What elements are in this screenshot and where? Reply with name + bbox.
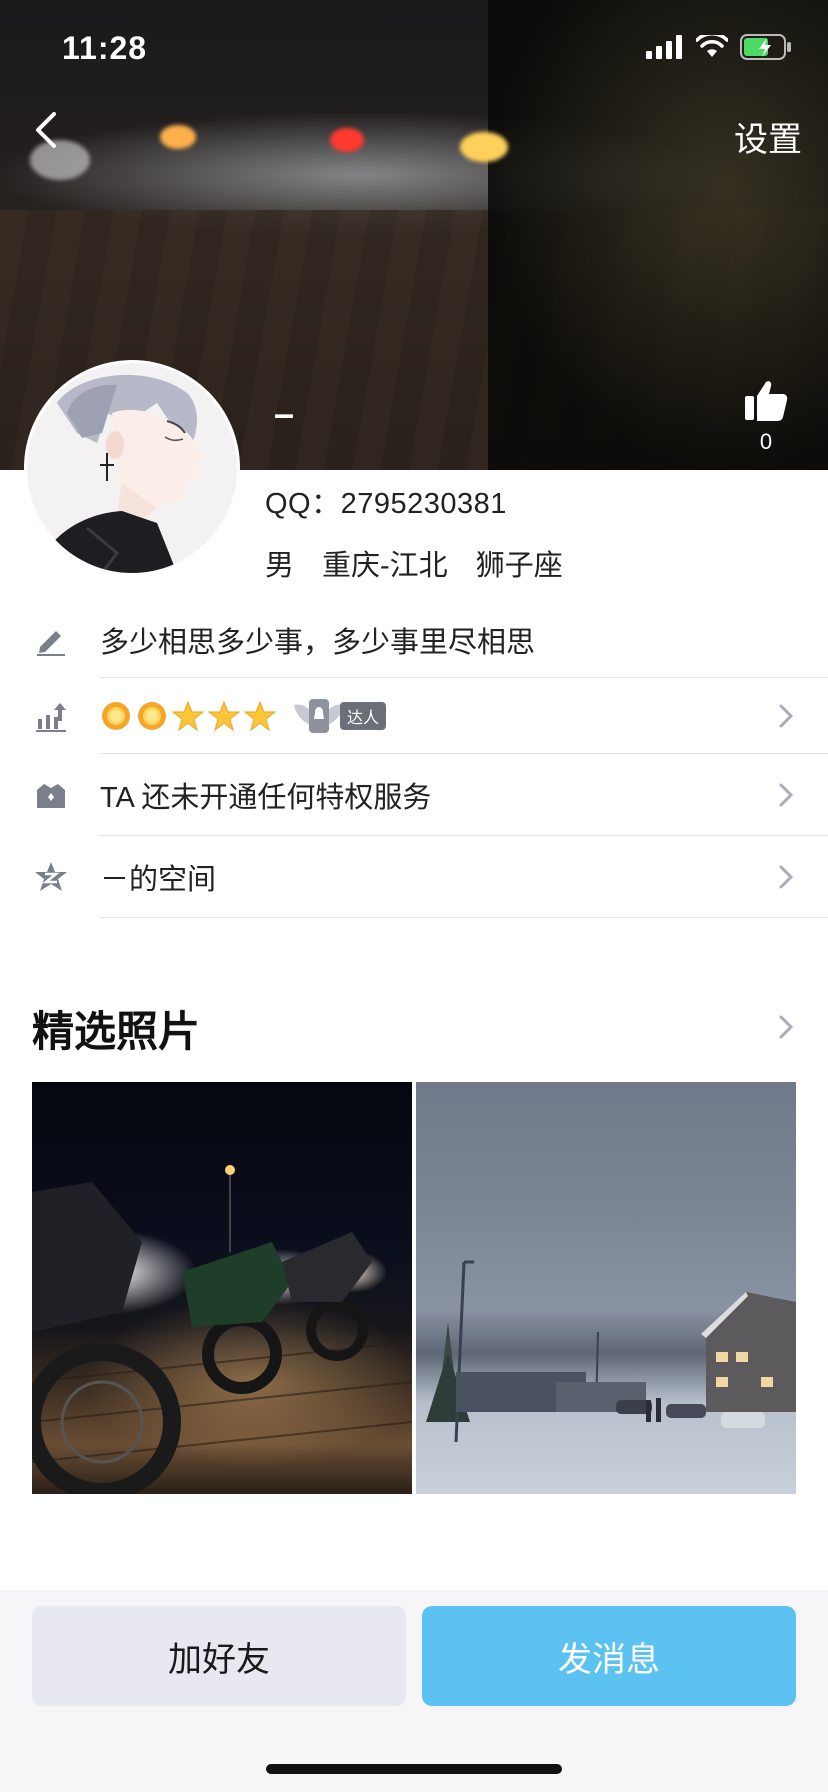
send-message-button[interactable]: 发消息	[422, 1606, 796, 1706]
star-icon	[172, 700, 204, 732]
featured-photos-title[interactable]: 精选照片	[32, 998, 200, 1059]
level-up-icon	[36, 703, 66, 732]
location: 重庆-江北	[322, 550, 448, 582]
level-icons	[100, 700, 276, 732]
thumbs-up-icon	[745, 381, 788, 421]
expert-badge-label: 达人	[340, 702, 387, 730]
expert-badge: 达人	[292, 695, 387, 737]
add-friend-button[interactable]: 加好友	[32, 1606, 406, 1706]
star-icon	[244, 700, 276, 732]
nickname: –	[274, 393, 295, 434]
sun-icon	[138, 702, 166, 730]
divider	[100, 917, 828, 918]
qzone-text: －的空间	[100, 864, 217, 896]
chevron-right-icon	[779, 783, 794, 807]
like-button[interactable]: 0	[736, 380, 796, 455]
chevron-right-icon	[779, 704, 794, 728]
wifi-icon	[696, 35, 728, 57]
zodiac: 狮子座	[475, 550, 563, 582]
signature-row[interactable]: 多少相思多少事，多少事里尽相思	[0, 602, 828, 678]
settings-button[interactable]: 设置	[734, 112, 802, 161]
crown-icon	[37, 784, 65, 808]
signature-text: 多少相思多少事，多少事里尽相思	[100, 627, 536, 659]
pencil-icon	[37, 631, 65, 656]
chevron-right-icon	[779, 865, 794, 889]
privilege-text: TA 还未开通任何特权服务	[100, 782, 432, 814]
gender: 男	[265, 550, 295, 582]
profile-info: QQ：2795230381 男 重庆-江北 狮子座	[265, 480, 563, 584]
avatar[interactable]	[27, 363, 237, 573]
cover-light	[160, 125, 196, 149]
featured-photo-1[interactable]	[32, 1082, 412, 1494]
battery-charging-icon	[740, 34, 791, 60]
snowy-street-illustration	[426, 1260, 796, 1443]
featured-photo-2[interactable]	[416, 1082, 796, 1494]
star-icon	[208, 700, 240, 732]
qzone-row[interactable]: －的空间	[0, 836, 828, 918]
level-row[interactable]: 达人	[0, 678, 828, 754]
chevron-left-icon	[36, 112, 56, 148]
avatar-illustration	[27, 363, 237, 573]
qzone-star-icon	[35, 862, 67, 891]
cover-light	[460, 132, 508, 162]
chevron-right-icon[interactable]	[776, 1012, 796, 1042]
privilege-row[interactable]: TA 还未开通任何特权服务	[0, 754, 828, 836]
home-indicator[interactable]	[266, 1764, 562, 1774]
sun-icon	[102, 702, 130, 730]
status-icons	[646, 34, 792, 60]
bottom-action-bar: 加好友 发消息	[0, 1590, 828, 1792]
qq-number: QQ：2795230381	[265, 488, 507, 520]
like-count: 0	[759, 429, 773, 454]
angel-wings-icon	[294, 699, 344, 733]
motorcycles-illustration	[32, 1165, 412, 1494]
profile-rows: 多少相思多少事，多少事里尽相思 达人 TA 还未开通任何特权服务 －的空间	[0, 602, 828, 918]
profile-meta: 男 重庆-江北 狮子座	[265, 542, 563, 584]
cover-light	[330, 128, 364, 152]
signal-icon	[646, 35, 682, 59]
status-time: 11:28	[62, 30, 148, 66]
back-button[interactable]	[26, 108, 70, 152]
